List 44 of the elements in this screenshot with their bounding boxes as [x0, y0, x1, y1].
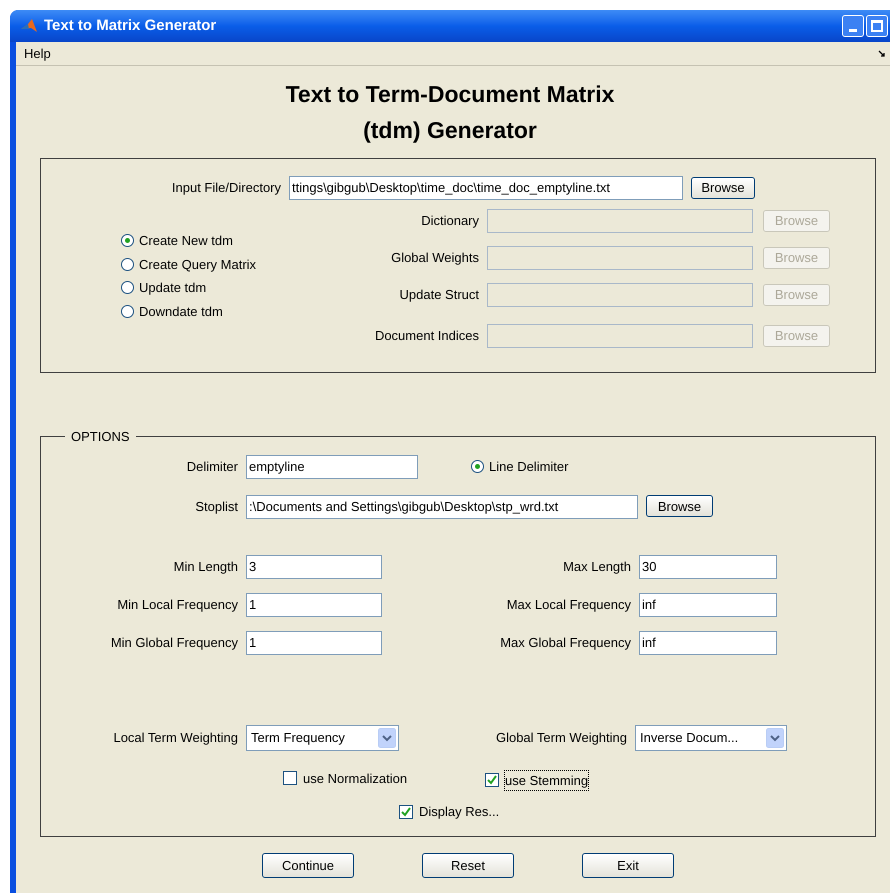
options-legend: OPTIONS	[65, 427, 136, 446]
action-button[interactable]: Continue	[262, 853, 354, 878]
field-label: Document Indices	[374, 327, 480, 346]
page-heading: (tdm) Generator	[363, 116, 537, 145]
radio-label: Update tdm	[139, 279, 206, 297]
field-label: Global Term Weighting	[494, 728, 628, 747]
checkbox-label: use Stemming	[505, 770, 588, 790]
input-label: Input File/Directory	[170, 179, 282, 198]
text-field[interactable]: ttings\gibgub\Desktop\time_doc\time_doc_emptyline.txt	[289, 176, 683, 200]
text-field[interactable]: inf	[639, 630, 777, 654]
field-label: Min Length	[172, 558, 239, 576]
dropdown[interactable]: Term Frequency	[246, 724, 399, 750]
field-label: Local Term Weighting	[112, 728, 239, 747]
checkbox-label: use Normalization	[303, 770, 408, 788]
text-field[interactable]: inf	[639, 592, 777, 616]
field-label: Min Global Frequency	[110, 634, 239, 652]
field-label: Max Global Frequency	[499, 634, 632, 652]
text-field[interactable]: 1	[246, 630, 382, 654]
field-label: Dictionary	[420, 212, 480, 230]
field-label: Max Local Frequency	[506, 596, 632, 614]
field-label: Max Length	[562, 558, 632, 576]
action-button[interactable]: Reset	[422, 853, 514, 878]
radio-label: Line Delimiter	[489, 458, 568, 476]
field-label: Delimiter	[186, 458, 239, 476]
text-field[interactable]: 3	[246, 554, 382, 578]
checkbox-label: Display Res...	[419, 803, 500, 821]
field-label: Global Weights	[390, 249, 480, 268]
field-label: Min Local Frequency	[116, 596, 239, 614]
page-heading: Text to Term-Document Matrix	[286, 80, 614, 109]
text-field[interactable]: emptyline	[246, 454, 418, 478]
radio-label: Create Query Matrix	[139, 256, 256, 274]
radio-label: Create New tdm	[139, 232, 233, 250]
dropdown[interactable]: Inverse Docum...	[635, 724, 787, 750]
menu-item[interactable]: Help	[24, 44, 51, 64]
browse-button[interactable]: Browse	[646, 495, 713, 518]
text-field[interactable]: 1	[246, 592, 382, 616]
window-title: Text to Matrix Generator	[44, 16, 216, 36]
field-label: Update Struct	[398, 286, 480, 304]
radio-label: Downdate tdm	[139, 302, 223, 320]
text-field[interactable]: 30	[639, 554, 777, 578]
browse-button[interactable]: Browse	[691, 176, 755, 199]
action-button[interactable]: Exit	[582, 853, 674, 878]
field-label: Stoplist	[194, 498, 239, 516]
text-field[interactable]: :\Documents and Settings\gibgub\Desktop\stp_wrd.txt	[246, 494, 638, 518]
